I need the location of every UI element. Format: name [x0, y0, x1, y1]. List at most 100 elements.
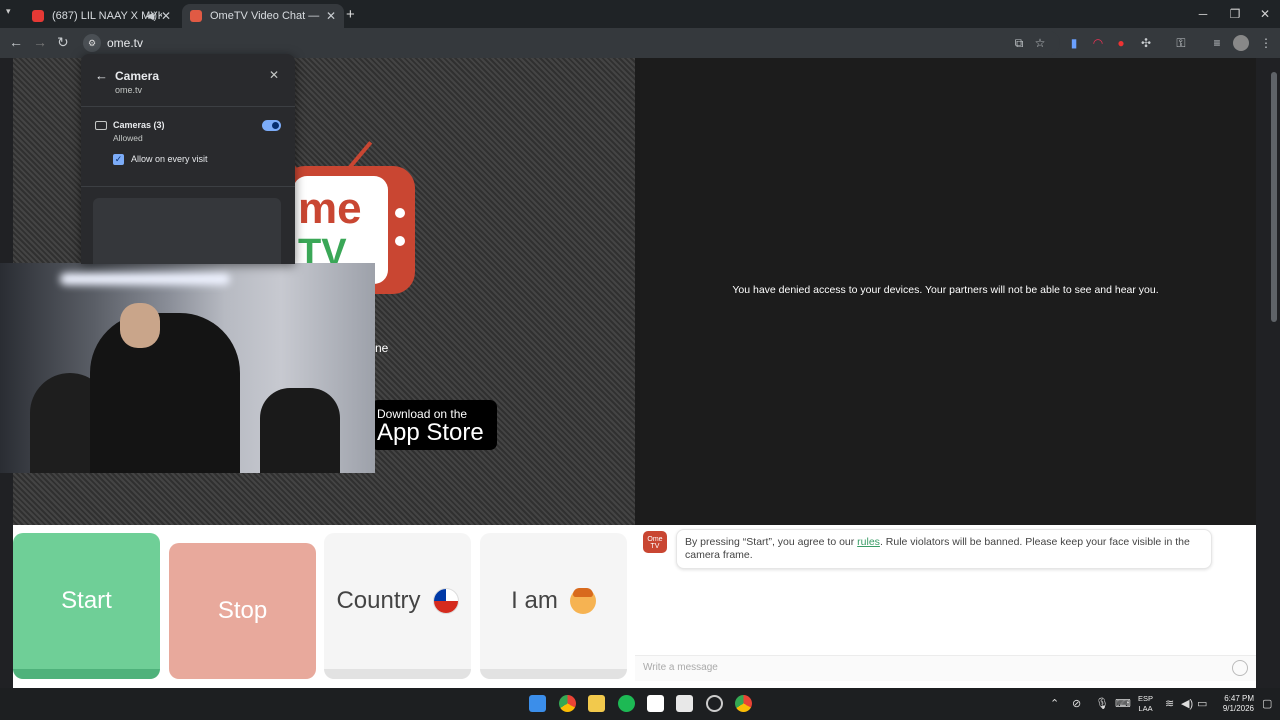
tray-chevron-icon[interactable]: ⌃: [1050, 697, 1059, 710]
denied-access-message: You have denied access to your devices. …: [732, 284, 1159, 296]
camera-icon: [95, 121, 107, 130]
tray-icon[interactable]: ⊘: [1072, 697, 1081, 710]
snipping-tool-icon[interactable]: [676, 695, 693, 712]
ometv-favicon-icon: [190, 10, 202, 22]
new-tab-button[interactable]: +: [346, 6, 355, 23]
logo-text-me: me: [298, 184, 362, 233]
windows-taskbar: ⌃ ⊘ 🎙 ⌨ ESP LAA ≋ ◀) ▭ 6:47 PM 9/1/2026 …: [0, 688, 1280, 720]
notifications-icon[interactable]: ▢: [1262, 697, 1272, 710]
tab-youtube[interactable]: (687) LIL NAAY X MYKE TOWERS ◀) ✕: [24, 4, 179, 28]
logo-knob: [395, 208, 405, 218]
country-label: Country: [336, 587, 421, 614]
wifi-icon[interactable]: ≋: [1165, 697, 1174, 710]
page-scrollbar[interactable]: [1268, 58, 1280, 688]
url-text[interactable]: ome.tv: [107, 36, 143, 50]
battery-icon[interactable]: ▭: [1197, 697, 1207, 710]
profile-avatar[interactable]: [1233, 35, 1249, 51]
self-camera-preview: [0, 263, 375, 473]
message-input-bar[interactable]: Write a message: [635, 655, 1256, 681]
spotify-icon[interactable]: [618, 695, 635, 712]
clock-date: 9/1/2026: [1222, 704, 1254, 713]
back-icon[interactable]: ←: [9, 34, 23, 50]
close-window-icon[interactable]: ✕: [1248, 0, 1280, 28]
popup-site: ome.tv: [115, 85, 143, 95]
close-tab-icon[interactable]: ✕: [161, 9, 171, 23]
gender-button[interactable]: I am: [480, 533, 627, 679]
keyboard-icon[interactable]: ⌨: [1115, 697, 1131, 710]
lang-line: ESP: [1138, 694, 1154, 703]
bookmark-star-icon[interactable]: ☆: [1032, 35, 1048, 51]
obs-icon[interactable]: [706, 695, 723, 712]
system-message: By pressing “Start”, you agree to our ru…: [676, 529, 1212, 569]
allow-every-visit-checkbox[interactable]: ✓: [113, 154, 124, 165]
speaker-icon[interactable]: ◀): [146, 11, 157, 22]
self-video-area: You have denied access to your devices. …: [635, 58, 1256, 525]
message-text: By pressing “Start”, you agree to our: [685, 536, 858, 548]
extension-icon[interactable]: ◠: [1090, 35, 1106, 51]
person: [90, 313, 240, 473]
stop-button[interactable]: Stop: [169, 543, 316, 679]
site-info-icon[interactable]: ⚙: [83, 34, 101, 52]
message-input[interactable]: Write a message: [643, 662, 718, 673]
reload-icon[interactable]: ↻: [57, 34, 69, 51]
extension-icon[interactable]: ▮: [1066, 35, 1082, 51]
address-bar[interactable]: ⚙ ome.tv: [80, 31, 1060, 55]
camera-toggle[interactable]: [262, 120, 281, 131]
chrome-icon[interactable]: [559, 695, 576, 712]
start-label: Start: [61, 587, 112, 614]
minimize-icon[interactable]: ─: [1186, 0, 1220, 28]
light-strip: [60, 273, 230, 285]
chat-controls: Start Stop Country I am: [13, 525, 635, 688]
media-control-icon[interactable]: ≡: [1209, 35, 1225, 51]
chrome-active-icon[interactable]: [735, 695, 752, 712]
camera-permission-popup: ← Camera ome.tv ✕ Cameras (3) Allowed ✓ …: [81, 54, 295, 264]
extensions-puzzle-icon[interactable]: ✣: [1138, 35, 1154, 51]
youtube-icon: [32, 10, 44, 22]
file-explorer-icon[interactable]: [588, 695, 605, 712]
iam-label: I am: [511, 587, 558, 614]
person-face: [120, 303, 160, 348]
clock[interactable]: 6:47 PM 9/1/2026: [1216, 694, 1254, 714]
extension-icon[interactable]: ●: [1113, 35, 1129, 51]
tab-title: OmeTV Video Chat — Omegle: [210, 10, 320, 22]
scrollbar-thumb[interactable]: [1271, 72, 1277, 322]
tagline: ne: [375, 341, 389, 355]
country-button[interactable]: Country: [324, 533, 471, 679]
chat-panel: Ome TV By pressing “Start”, you agree to…: [635, 525, 1256, 688]
person: [260, 388, 340, 473]
cameras-label: Cameras (3): [113, 120, 165, 130]
stop-label: Stop: [217, 597, 268, 624]
boy-face-icon: [569, 588, 596, 614]
tab-search-icon[interactable]: ▾: [6, 6, 22, 22]
install-app-icon[interactable]: ⧉: [1011, 35, 1027, 51]
lang-line: LAA: [1138, 704, 1153, 713]
tiktok-icon[interactable]: [647, 695, 664, 712]
language-indicator[interactable]: ESP LAA: [1138, 694, 1153, 714]
chile-flag-icon: [432, 588, 459, 614]
allow-every-visit-label: Allow on every visit: [131, 154, 208, 164]
tab-strip: ▾ (687) LIL NAAY X MYKE TOWERS ◀) ✕ OmeT…: [0, 0, 1280, 28]
tab-ometv[interactable]: OmeTV Video Chat — Omegle ✕: [182, 4, 344, 28]
back-arrow-icon[interactable]: ←: [95, 68, 108, 83]
close-tab-icon[interactable]: ✕: [326, 9, 336, 23]
rules-link[interactable]: rules: [857, 536, 880, 548]
clock-time: 6:47 PM: [1224, 694, 1254, 703]
camera-preview-box: [93, 198, 281, 264]
divider: [81, 106, 295, 107]
password-icon[interactable]: ⚿: [1173, 35, 1189, 51]
start-button[interactable]: Start: [13, 533, 160, 679]
volume-icon[interactable]: ◀): [1181, 697, 1193, 710]
app-store-badge[interactable]: Download on the App Store: [371, 400, 497, 450]
restore-icon[interactable]: ❐: [1218, 0, 1252, 28]
popup-title: Camera: [115, 69, 160, 83]
appstore-line2: App Store: [377, 419, 484, 446]
emoji-icon[interactable]: [1232, 660, 1248, 676]
menu-icon[interactable]: ⋮: [1258, 35, 1274, 51]
logo-knob: [395, 236, 405, 246]
forward-icon[interactable]: →: [33, 34, 47, 50]
ometv-avatar: Ome TV: [643, 531, 667, 553]
windows-start-icon[interactable]: [529, 695, 546, 712]
close-icon[interactable]: ✕: [269, 68, 279, 82]
microphone-icon[interactable]: 🎙: [1095, 697, 1109, 710]
divider: [81, 186, 295, 187]
